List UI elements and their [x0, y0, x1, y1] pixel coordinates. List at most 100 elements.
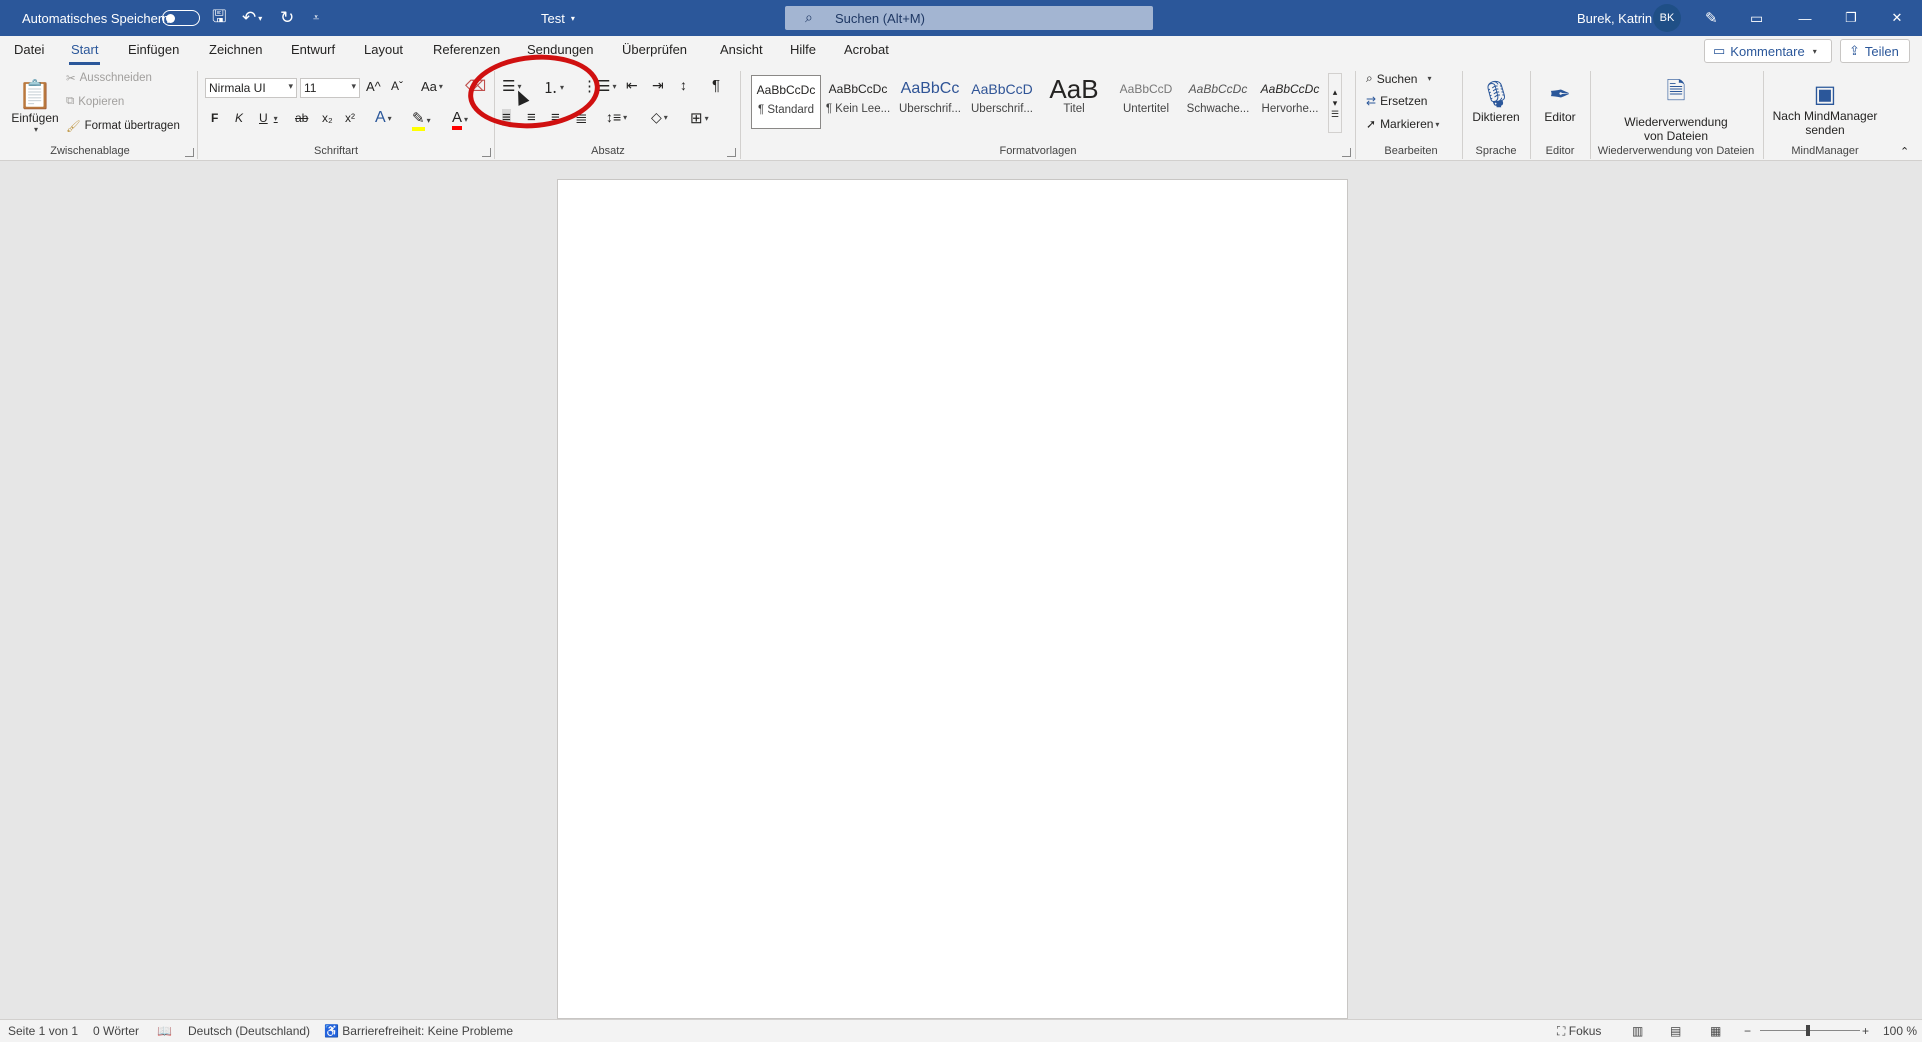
user-name[interactable]: Burek, Katrin — [1577, 0, 1652, 36]
style-no-spacing[interactable]: AaBbCcDc ¶ Kein Lee... — [823, 75, 893, 129]
style-subtle-emphasis[interactable]: AaBbCcDc Schwache... — [1183, 75, 1253, 129]
comments-button[interactable]: ▭ Kommentare ▾ — [1704, 39, 1832, 63]
find-button[interactable]: ⌕ Suchen ▾ — [1366, 71, 1431, 86]
change-case-button[interactable]: Aa ▾ — [421, 79, 443, 94]
undo-icon[interactable]: ↶ ▾ — [242, 0, 262, 36]
clipboard-launcher-icon[interactable] — [185, 148, 194, 157]
tab-ueberpruefen[interactable]: Überprüfen — [622, 42, 687, 57]
shrink-font-button[interactable]: Aˇ — [391, 79, 403, 93]
accessibility-status[interactable]: ♿ Barrierefreiheit: Keine Probleme — [324, 1024, 513, 1038]
group-voice-label: Sprache — [1475, 145, 1517, 157]
close-icon[interactable]: ✕ — [1874, 0, 1920, 36]
superscript-button[interactable]: x² — [345, 111, 355, 125]
document-title[interactable]: Test ▾ — [541, 0, 575, 36]
sort-icon[interactable]: ↕ — [680, 77, 687, 93]
minimize-icon[interactable]: — — [1782, 0, 1828, 36]
style-subtitle[interactable]: AaBbCcD Untertitel — [1111, 75, 1181, 129]
highlight-icon[interactable]: ✎ ▾ — [412, 109, 431, 131]
tab-einfuegen[interactable]: Einfügen — [128, 42, 179, 57]
zoom-in-icon[interactable]: + — [1862, 1024, 1869, 1038]
style-heading-2[interactable]: AaBbCcD Überschrif... — [967, 75, 1037, 129]
share-button[interactable]: ⇪ Teilen — [1840, 39, 1910, 63]
underline-button[interactable]: U ▾ — [259, 111, 278, 125]
zoom-slider[interactable] — [1760, 1030, 1860, 1031]
print-layout-icon[interactable]: ▤ — [1670, 1024, 1681, 1038]
avatar[interactable]: BK — [1653, 0, 1681, 36]
italic-button[interactable]: K — [235, 111, 243, 125]
style-heading-1[interactable]: AaBbCc Überschrif... — [895, 75, 965, 129]
font-name-combo[interactable]: Nirmala UI ▾ — [205, 78, 297, 98]
pen-icon[interactable]: ✎ — [1705, 0, 1718, 36]
chevron-up-icon: ▴ — [1332, 86, 1338, 97]
tab-start[interactable]: Start — [68, 42, 101, 65]
font-size-combo[interactable]: 11 ▾ — [300, 78, 360, 98]
search-input[interactable]: ⌕ Suchen (Alt+M) — [785, 6, 1153, 30]
format-painter-button[interactable]: 🖌 Format übertragen — [66, 119, 180, 133]
tab-hilfe[interactable]: Hilfe — [790, 42, 816, 57]
show-formatting-icon[interactable]: ¶ — [712, 77, 720, 94]
mindmanager-button[interactable]: ▣ Nach MindManager senden — [1769, 71, 1881, 145]
collapse-ribbon-icon[interactable]: ⌃ — [1900, 145, 1909, 158]
line-spacing-icon[interactable]: ↕≡ ▾ — [606, 109, 627, 125]
styles-launcher-icon[interactable] — [1342, 148, 1351, 157]
bold-button[interactable]: F — [211, 111, 218, 125]
decrease-indent-icon[interactable]: ⇤ — [626, 77, 638, 94]
style-title[interactable]: AaB Titel — [1039, 75, 1109, 129]
read-mode-icon[interactable]: ▥ — [1632, 1024, 1643, 1038]
save-icon[interactable]: 🖫 — [212, 0, 226, 36]
group-styles-label: Formatvorlagen — [999, 145, 1077, 157]
reuse-files-button[interactable]: 🗎 Wiederverwendung von Dateien — [1596, 71, 1756, 145]
tab-datei[interactable]: Datei — [14, 42, 44, 57]
focus-button[interactable]: ⛶ Fokus — [1557, 1024, 1601, 1039]
tab-referenzen[interactable]: Referenzen — [433, 42, 500, 57]
redo-icon[interactable]: ↻ — [280, 0, 294, 36]
document-page[interactable] — [557, 179, 1348, 1019]
grow-font-button[interactable]: A^ — [366, 79, 381, 94]
increase-indent-icon[interactable]: ⇥ — [652, 77, 664, 94]
copy-button[interactable]: ⧉ Kopieren — [66, 95, 124, 108]
replace-button[interactable]: ⇄ Ersetzen — [1366, 94, 1427, 108]
style-standard[interactable]: AaBbCcDc ¶ Standard — [751, 75, 821, 129]
zoom-level[interactable]: 100 % — [1883, 1024, 1917, 1038]
borders-icon[interactable]: ⊞ ▾ — [690, 109, 709, 127]
ribbon-display-icon[interactable]: ▭ — [1750, 0, 1763, 36]
tab-acrobat[interactable]: Acrobat — [844, 42, 889, 57]
style-emphasis[interactable]: AaBbCcDc Hervorhe... — [1255, 75, 1325, 129]
zoom-slider-thumb[interactable] — [1806, 1025, 1810, 1036]
tab-ansicht[interactable]: Ansicht — [720, 42, 763, 57]
group-clipboard-label: Zwischenablage — [50, 145, 130, 157]
dictate-button[interactable]: 🎙 Diktieren — [1468, 71, 1524, 131]
strikethrough-button[interactable]: ab — [295, 111, 308, 125]
tab-entwurf[interactable]: Entwurf — [291, 42, 335, 57]
subscript-button[interactable]: x₂ — [322, 111, 333, 125]
divider — [1763, 71, 1764, 159]
select-button[interactable]: ➚ Markieren ▾ — [1366, 117, 1439, 131]
cut-button[interactable]: ✂ Ausschneiden — [66, 71, 152, 85]
zoom-out-icon[interactable]: − — [1744, 1024, 1751, 1038]
group-editor-label: Editor — [1545, 145, 1575, 157]
comment-icon: ▭ — [1713, 43, 1726, 58]
font-launcher-icon[interactable] — [482, 148, 491, 157]
language[interactable]: Deutsch (Deutschland) — [188, 1024, 310, 1038]
page-count[interactable]: Seite 1 von 1 — [8, 1024, 78, 1038]
shading-icon[interactable]: ◇ ▾ — [651, 109, 668, 126]
group-editing-label: Bearbeiten — [1384, 145, 1438, 157]
autosave-toggle[interactable] — [162, 0, 200, 36]
status-bar: Seite 1 von 1 0 Wörter 📖 Deutsch (Deutsc… — [0, 1019, 1922, 1042]
font-color-icon[interactable]: A ▾ — [452, 109, 468, 130]
paragraph-launcher-icon[interactable] — [727, 148, 736, 157]
customize-toolbar-icon[interactable]: ⩡ — [313, 0, 319, 36]
text-effects-icon[interactable]: A ▾ — [375, 109, 392, 127]
ribbon-tabs: Datei Start Einfügen Zeichnen Entwurf La… — [0, 36, 1922, 65]
tab-layout[interactable]: Layout — [364, 42, 403, 57]
styles-scroll[interactable]: ▴ ▾ ☰ — [1328, 73, 1342, 133]
paste-button[interactable]: 📋 Einfügen ▾ — [10, 71, 60, 141]
web-layout-icon[interactable]: ▦ — [1710, 1024, 1721, 1038]
share-icon: ⇪ — [1849, 43, 1860, 58]
restore-icon[interactable]: ❐ — [1828, 0, 1874, 36]
editor-button[interactable]: ✒ Editor — [1536, 71, 1584, 131]
proofing-icon[interactable]: 📖 — [157, 1024, 172, 1038]
word-count[interactable]: 0 Wörter — [93, 1024, 139, 1038]
copy-icon: ⧉ — [66, 95, 75, 107]
tab-zeichnen[interactable]: Zeichnen — [209, 42, 262, 57]
